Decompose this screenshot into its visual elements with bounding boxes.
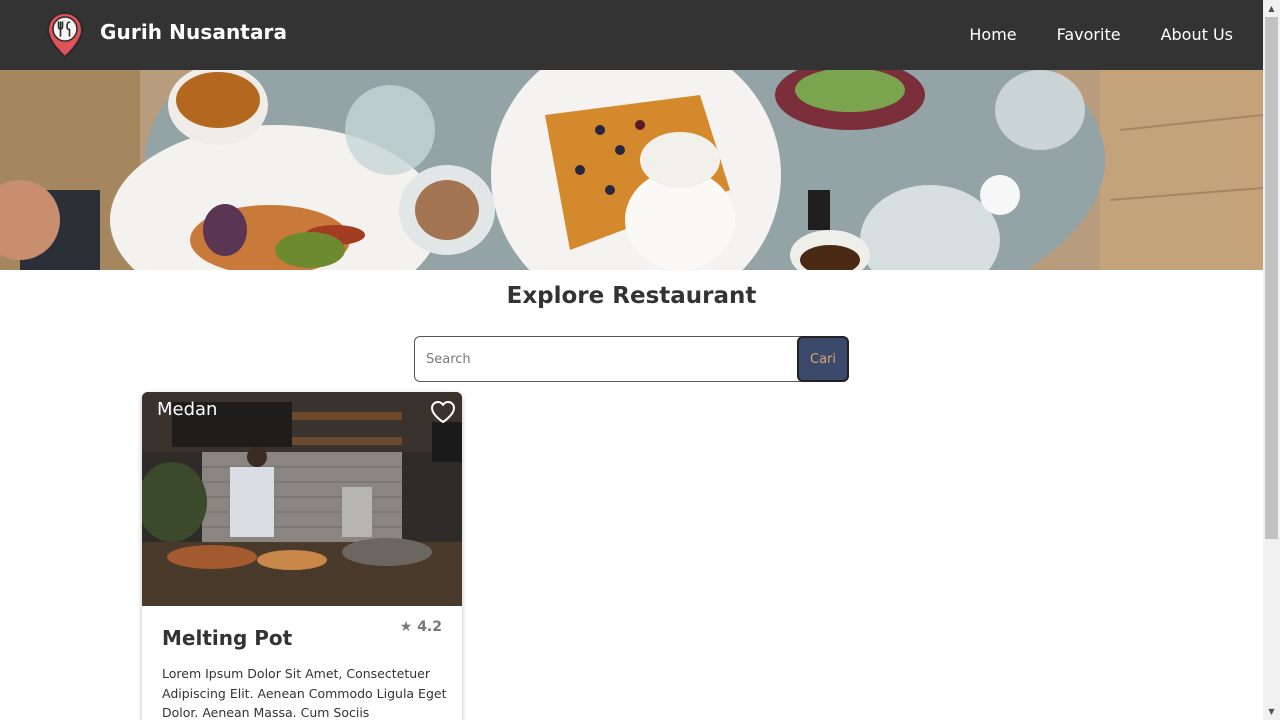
scroll-thumb[interactable] [1265, 17, 1278, 539]
restaurant-description: Lorem Ipsum Dolor Sit Amet, Consectetuer… [162, 666, 447, 720]
page-title: Explore Restaurant [506, 283, 757, 309]
brand-name[interactable]: Gurih Nusantara [100, 20, 287, 44]
scroll-up-arrow-icon[interactable]: ▲ [1263, 0, 1280, 17]
favorite-heart-icon[interactable] [430, 400, 456, 424]
nav-favorite-link[interactable]: Favorite [1037, 0, 1141, 70]
restaurant-city: Medan [157, 399, 218, 420]
restaurant-image[interactable] [142, 392, 462, 606]
nav-home-link[interactable]: Home [949, 0, 1036, 70]
search-bar: Cari [414, 336, 849, 382]
rating-value: 4.2 [417, 619, 442, 635]
scrollbar[interactable]: ▲ ▼ [1263, 0, 1280, 720]
search-button[interactable]: Cari [797, 336, 849, 382]
nav-about-link[interactable]: About Us [1141, 0, 1233, 70]
search-input[interactable] [414, 336, 804, 382]
scroll-down-arrow-icon[interactable]: ▼ [1263, 703, 1280, 720]
site-header: Gurih Nusantara Home Favorite About Us [0, 0, 1263, 70]
restaurant-card[interactable]: Medan ★ 4.2 Melting Pot Lorem Ipsum Dolo… [142, 392, 462, 720]
hero-image [0, 70, 1263, 270]
restaurant-rating: ★ 4.2 [400, 619, 442, 635]
restaurant-name[interactable]: Melting Pot [162, 626, 292, 650]
main-nav: Home Favorite About Us [949, 0, 1233, 70]
star-icon: ★ [399, 619, 413, 635]
logo-icon[interactable] [46, 11, 84, 59]
